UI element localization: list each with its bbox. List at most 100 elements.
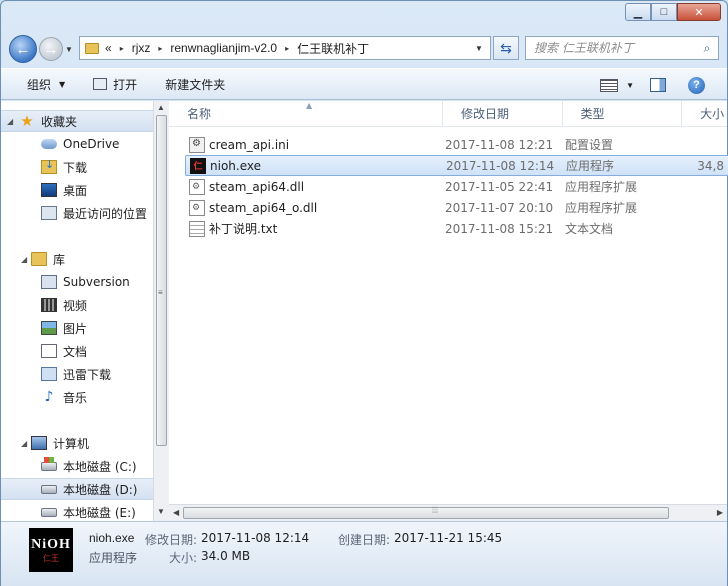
- hard-drive-icon: [41, 484, 57, 494]
- thunder-download-icon: [41, 367, 57, 381]
- file-type: 应用程序扩展: [565, 201, 638, 215]
- dll-file-icon: [189, 178, 205, 195]
- view-dropdown-icon[interactable]: ▼: [626, 81, 634, 90]
- sidebar-item-videos[interactable]: 视频: [1, 294, 153, 316]
- details-size-label: 大小:: [169, 551, 198, 565]
- preview-pane-icon[interactable]: [650, 78, 666, 92]
- sidebar-item-label: 最近访问的位置: [63, 206, 148, 221]
- column-header-modified[interactable]: 修改日期: [443, 101, 563, 127]
- sidebar-item-desktop[interactable]: 桌面: [1, 179, 153, 201]
- breadcrumb-current[interactable]: 仁王联机补丁: [297, 40, 369, 57]
- file-modified: 2017-11-05 22:41: [445, 179, 554, 194]
- file-row[interactable]: cream_api.ini 2017-11-08 12:21 配置设置: [185, 134, 728, 155]
- sidebar-item-onedrive[interactable]: OneDrive: [1, 133, 153, 155]
- scrollbar-thumb[interactable]: ⦙⦙⦙: [183, 505, 669, 519]
- column-header-size[interactable]: 大小: [682, 101, 727, 127]
- thumbnail-logo-text: NiOH: [31, 536, 71, 552]
- file-type: 应用程序扩展: [565, 180, 638, 194]
- column-header-label: 修改日期: [460, 107, 509, 121]
- collapse-icon[interactable]: ◢: [7, 117, 13, 126]
- forward-arrow-icon: →: [43, 40, 59, 58]
- organize-button[interactable]: 组织 ▼: [27, 76, 65, 93]
- sort-ascending-icon: ▲: [306, 101, 313, 110]
- address-bar[interactable]: « ▸ rjxz ▸ renwnaglianjim-v2.0 ▸ 仁王联机补丁 …: [79, 36, 491, 60]
- file-type: 文本文档: [565, 222, 614, 236]
- file-row[interactable]: 补丁说明.txt 2017-11-08 15:21 文本文档: [185, 218, 728, 239]
- sidebar-item-drive-c[interactable]: 本地磁盘 (C:): [1, 455, 153, 477]
- help-icon[interactable]: ?: [688, 76, 705, 94]
- sidebar-item-music[interactable]: ♪ 音乐: [1, 386, 153, 408]
- file-row[interactable]: 仁 nioh.exe 2017-11-08 12:14 应用程序 34,8: [185, 155, 728, 176]
- sidebar-item-thunder[interactable]: 迅雷下载: [1, 363, 153, 385]
- sidebar-item-documents[interactable]: 文档: [1, 340, 153, 362]
- collapse-icon[interactable]: ◢: [21, 255, 27, 264]
- sidebar-item-favorites[interactable]: ◢ ★ 收藏夹: [1, 110, 153, 132]
- subversion-icon: [41, 275, 57, 289]
- file-row[interactable]: steam_api64_o.dll 2017-11-07 20:10 应用程序扩…: [185, 197, 728, 218]
- close-icon: ✕: [694, 6, 704, 19]
- sidebar-item-label: Subversion: [63, 275, 130, 289]
- scroll-left-icon[interactable]: ◀: [173, 508, 179, 517]
- refresh-button[interactable]: ⇆: [493, 36, 519, 60]
- column-header-name[interactable]: ▲ 名称: [169, 101, 443, 127]
- close-button[interactable]: ✕: [677, 3, 721, 21]
- sidebar-item-drive-d[interactable]: 本地磁盘 (D:): [1, 478, 153, 500]
- grip-icon: ⦙⦙⦙: [432, 505, 439, 515]
- sidebar-item-label: 收藏夹: [41, 114, 78, 129]
- breadcrumb-renwnaglianjim[interactable]: renwnaglianjim-v2.0: [170, 41, 277, 55]
- maximize-button[interactable]: □: [651, 3, 677, 21]
- back-button[interactable]: ←: [9, 35, 37, 63]
- breadcrumb-separator-icon[interactable]: ▸: [285, 44, 289, 53]
- folder-icon: [85, 42, 99, 54]
- sidebar-item-label: 迅雷下载: [63, 367, 112, 382]
- sidebar-item-subversion[interactable]: Subversion: [1, 271, 153, 293]
- collapse-icon[interactable]: ◢: [21, 439, 27, 448]
- column-header-label: 类型: [580, 107, 605, 121]
- documents-icon: [41, 344, 57, 358]
- column-header-type[interactable]: 类型: [563, 101, 683, 127]
- scroll-right-icon[interactable]: ▶: [717, 508, 723, 517]
- thumbnail-logo-subtext: 仁王: [43, 553, 59, 563]
- minimize-button[interactable]: ▁: [625, 3, 651, 21]
- sidebar-item-pictures[interactable]: 图片: [1, 317, 153, 339]
- breadcrumb-overflow[interactable]: «: [105, 41, 112, 55]
- sidebar-item-downloads[interactable]: 下载: [1, 156, 153, 178]
- file-modified: 2017-11-08 12:14: [446, 158, 555, 173]
- navigation-scrollbar[interactable]: ▲ ≡ ▼: [153, 101, 169, 521]
- sidebar-item-label: 下载: [63, 160, 88, 175]
- sidebar-item-computer[interactable]: ◢ 计算机: [1, 432, 153, 454]
- details-file-type: 应用程序: [89, 551, 138, 565]
- maximize-icon: □: [660, 6, 668, 18]
- breadcrumb-separator-icon[interactable]: ▸: [120, 44, 124, 53]
- scrollbar-thumb[interactable]: ≡: [156, 115, 167, 446]
- breadcrumb-separator-icon[interactable]: ▸: [158, 44, 162, 53]
- star-icon: ★: [20, 112, 34, 130]
- change-view-icon[interactable]: [600, 78, 619, 92]
- new-folder-button[interactable]: 新建文件夹: [165, 76, 225, 93]
- file-row[interactable]: steam_api64.dll 2017-11-05 22:41 应用程序扩展: [185, 176, 728, 197]
- library-icon: [31, 252, 47, 266]
- file-type: 应用程序: [566, 159, 615, 173]
- search-icon[interactable]: ⌕: [696, 41, 718, 56]
- sidebar-item-label: 桌面: [63, 183, 88, 198]
- navigation-pane: ◢ ★ 收藏夹 OneDrive 下载 桌面 最近访问的位置 ◢: [1, 101, 153, 521]
- recent-pages-dropdown-icon[interactable]: ▼: [65, 45, 73, 54]
- sidebar-item-drive-e[interactable]: 本地磁盘 (E:): [1, 501, 153, 521]
- video-icon: [41, 298, 57, 312]
- music-note-icon: ♪: [44, 389, 54, 405]
- navigation-bar: ← → ▼ « ▸ rjxz ▸ renwnaglianjim-v2.0 ▸ 仁…: [9, 33, 719, 63]
- address-dropdown-icon[interactable]: ▼: [468, 44, 490, 53]
- sidebar-item-recent[interactable]: 最近访问的位置: [1, 202, 153, 224]
- breadcrumb: « ▸ rjxz ▸ renwnaglianjim-v2.0 ▸ 仁王联机补丁: [105, 40, 369, 57]
- scroll-down-icon[interactable]: ▼: [157, 507, 165, 516]
- organize-label: 组织: [27, 77, 52, 92]
- search-input[interactable]: [534, 41, 696, 55]
- scroll-up-icon[interactable]: ▲: [157, 103, 165, 112]
- open-button[interactable]: 打开: [93, 76, 137, 93]
- breadcrumb-rjxz[interactable]: rjxz: [132, 41, 151, 55]
- forward-button[interactable]: →: [39, 37, 63, 61]
- caption-buttons: ▁ □ ✕: [625, 3, 721, 21]
- horizontal-scrollbar[interactable]: ◀ ⦙⦙⦙ ▶: [169, 504, 727, 521]
- sidebar-item-libraries[interactable]: ◢ 库: [1, 248, 153, 270]
- sidebar-item-label: 库: [53, 252, 66, 267]
